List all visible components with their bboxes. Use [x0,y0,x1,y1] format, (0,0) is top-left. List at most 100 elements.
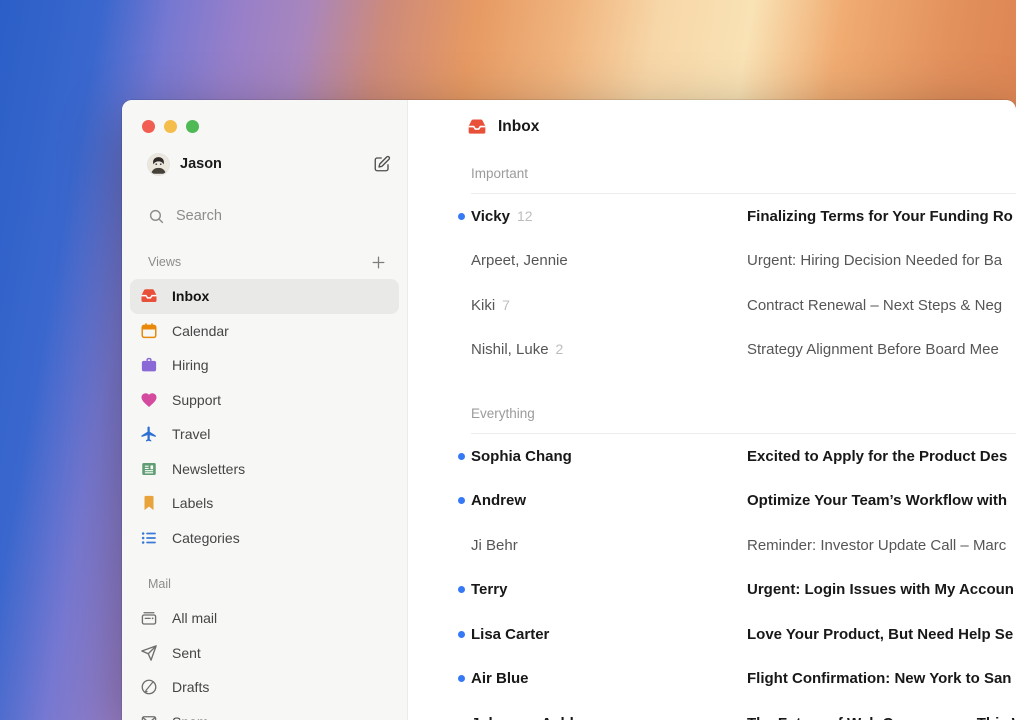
sender: Terry [471,581,747,598]
search-placeholder: Search [176,208,222,224]
table-row[interactable]: Vicky 12 Finalizing Terms for Your Funding… [458,194,1016,239]
thread-count: 12 [516,207,533,224]
subject: Urgent: Hiring Decision Needed for Ba [747,252,1003,270]
send-icon [140,644,158,662]
sidebar-item-sent[interactable]: Sent [130,636,399,671]
subject: Urgent: Login Issues with My Accoun [747,581,1014,599]
views-list: Inbox Calendar Hiring Support Travel Newslett… [122,276,407,555]
unread-dot-column [458,675,471,683]
sidebar-item-label: All mail [172,610,218,627]
page-title: Inbox [498,118,540,135]
subject: Strategy Alignment Before Board Mee [747,341,999,359]
sidebar-item-hiring[interactable]: Hiring [130,348,399,383]
sidebar-item-inbox[interactable]: Inbox [130,279,399,314]
sender: Nishil, Luke 2 [471,341,747,358]
unread-dot-column [458,586,471,594]
views-section-header: Views [148,248,387,276]
mail-label: Mail [148,577,171,591]
sidebar-item-drafts[interactable]: Drafts [130,670,399,705]
sidebar-item-newsletters[interactable]: Newsletters [130,452,399,487]
sender: Air Blue [471,670,747,687]
sender: Vicky 12 [471,208,747,225]
sidebar-item-label: Hiring [172,357,209,374]
plane-icon [140,425,158,443]
table-row[interactable]: Johnson, Ashley The Future of Web Commerc… [458,701,1016,720]
section-label: Everything [471,406,535,421]
briefcase-icon [140,356,158,374]
unread-dot [458,452,465,460]
sidebar-item-categories[interactable]: Categories [130,521,399,556]
subject: Excited to Apply for the Product Des [747,447,1008,465]
sidebar-item-label: Drafts [172,679,210,696]
sidebar-item-calendar[interactable]: Calendar [130,314,399,349]
table-row[interactable]: Terry Urgent: Login Issues with My Accoun [458,568,1016,613]
sidebar-item-support[interactable]: Support [130,383,399,418]
subject: The Future of Web Commerce – This W [747,715,1016,720]
sidebar-item-label: Labels [172,495,214,512]
subject: Flight Confirmation: New York to San [747,670,1012,688]
unread-dot-column [458,452,471,460]
mail-section-header: Mail [148,570,387,598]
subject: Reminder: Investor Update Call – Marc [747,536,1007,554]
inbox-header: Inbox [467,100,1016,154]
table-row[interactable]: Ji Behr Reminder: Investor Update Call – … [458,523,1016,568]
sender: Ji Behr [471,537,747,554]
add-view-button[interactable] [370,254,387,271]
close-window-button[interactable] [142,120,155,133]
sender-name: Kiki [471,296,496,314]
mail-folders-list: All mail Sent Drafts Spam [122,598,407,720]
table-row[interactable]: Kiki 7 Contract Renewal – Next Steps & Neg [458,283,1016,328]
account-row[interactable]: Jason [148,150,391,178]
zoom-window-button[interactable] [186,120,199,133]
unread-dot-column [458,497,471,505]
calendar-icon [140,322,158,340]
sidebar-item-label: Categories [172,529,240,546]
sidebar-item-spam[interactable]: Spam [130,705,399,720]
sidebar-item-label: Inbox [172,288,210,305]
unread-dot-column [458,212,471,220]
minimize-window-button[interactable] [164,120,177,133]
compose-icon[interactable] [373,155,391,173]
bookmark-icon [140,494,158,512]
sidebar-item-all-mail[interactable]: All mail [130,601,399,636]
sender: Kiki 7 [471,297,747,314]
inbox-icon [140,287,158,305]
sender-name: Vicky [471,207,510,225]
sidebar-item-travel[interactable]: Travel [130,417,399,452]
table-row[interactable]: Sophia Chang Excited to Apply for the Pro… [458,434,1016,479]
sidebar-item-label: Spam [172,714,209,720]
sender-name: Arpeet, Jennie [471,252,568,270]
unread-dot [458,586,465,594]
unread-dot [458,212,465,220]
search-input[interactable]: Search [148,202,391,230]
mail-sections: Important Vicky 12 Finalizing Terms for You… [458,154,1016,720]
sender-name: Terry [471,581,508,599]
message-list-pane: Inbox Important Vicky 12 Finalizing Terms f… [408,100,1016,720]
list-icon [140,529,158,547]
sender: Arpeet, Jennie [471,252,747,269]
table-row[interactable]: Lisa Carter Love Your Product, But Need H… [458,612,1016,657]
table-row[interactable]: Nishil, Luke 2 Strategy Alignment Before B… [458,328,1016,373]
sidebar-item-label: Newsletters [172,460,246,477]
unread-dot-column [458,630,471,638]
sender-name: Andrew [471,492,527,510]
newspaper-icon [140,460,158,478]
sender: Johnson, Ashley [471,715,747,720]
sidebar-item-labels[interactable]: Labels [130,486,399,521]
unread-dot [458,497,465,505]
sender-name: Air Blue [471,670,529,688]
table-row[interactable]: Air Blue Flight Confirmation: New York to… [458,657,1016,702]
sender-name: Nishil, Luke [471,341,549,359]
mail-app-window: Jason Search Views Inbox Calendar Hiring Su… [122,100,1016,720]
sender: Sophia Chang [471,448,747,465]
views-label: Views [148,255,182,269]
section-header-important: Important [471,154,1016,194]
sender: Lisa Carter [471,626,747,643]
subject: Love Your Product, But Need Help Se [747,625,1014,643]
section-label: Important [471,166,529,181]
inbox-icon [467,117,487,137]
subject: Finalizing Terms for Your Funding Ro [747,207,1013,225]
table-row[interactable]: Andrew Optimize Your Team’s Workflow with [458,479,1016,524]
table-row[interactable]: Arpeet, Jennie Urgent: Hiring Decision Ne… [458,239,1016,284]
sender-name: Ji Behr [471,536,518,554]
